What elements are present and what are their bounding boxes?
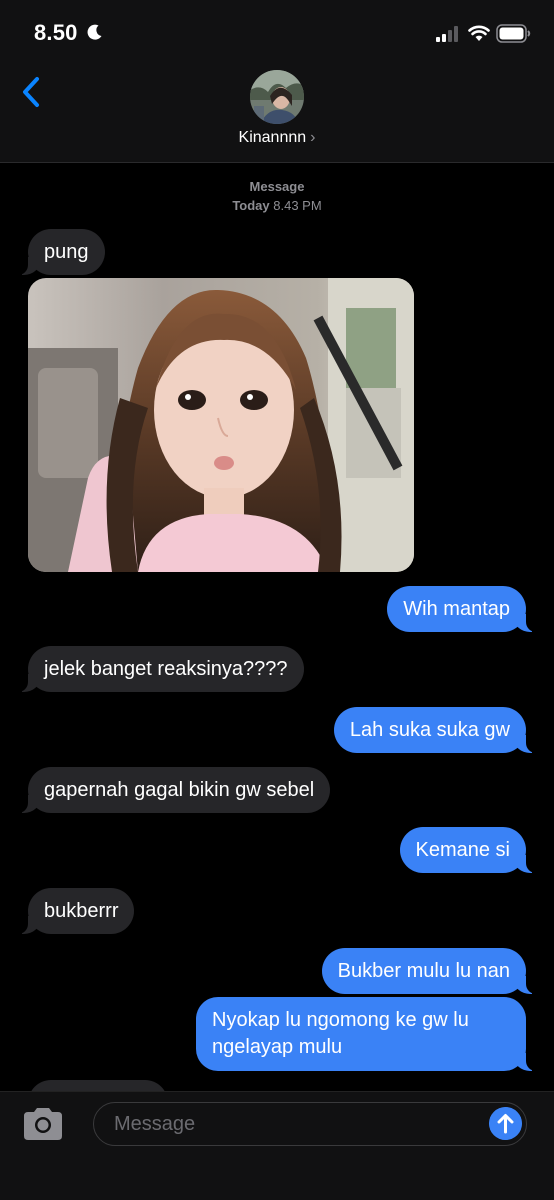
moon-icon bbox=[87, 24, 102, 40]
timestamp: Today 8.43 PM bbox=[0, 198, 554, 213]
selfie-photo bbox=[28, 278, 414, 572]
message-bubble-incoming[interactable]: bukberrr bbox=[17, 888, 135, 934]
service-label: Message bbox=[249, 179, 305, 194]
back-button[interactable] bbox=[18, 74, 48, 110]
message-bubble-outgoing[interactable]: Bukber mulu lu nan bbox=[321, 948, 537, 994]
contact-name: Kinannnn bbox=[238, 129, 307, 146]
timestamp-day: Today bbox=[232, 198, 270, 213]
status-time: 8.50 bbox=[34, 20, 78, 45]
message-bubble-outgoing[interactable]: Kemane si bbox=[399, 827, 536, 873]
message-bubble-incoming[interactable]: gapernah gagal bikin gw sebel bbox=[17, 767, 331, 813]
camera-icon[interactable] bbox=[20, 1104, 66, 1144]
navigation-header: 8.50 Kinannnn › bbox=[0, 0, 554, 163]
photo-attachment[interactable] bbox=[28, 278, 414, 572]
messages-screen: 8.50 Kinannnn › Message Today 8.43 PM pu… bbox=[0, 0, 554, 1200]
message-input[interactable] bbox=[112, 1103, 476, 1146]
message-bubble-outgoing[interactable]: Lah suka suka gw bbox=[333, 707, 537, 753]
avatar-photo bbox=[250, 70, 304, 124]
message-bubble-incoming[interactable]: pung bbox=[18, 229, 105, 275]
wifi-icon bbox=[468, 25, 490, 41]
message-bubble-outgoing[interactable]: Wih mantap bbox=[387, 586, 536, 632]
battery-icon bbox=[496, 24, 531, 43]
message-bubble-incoming[interactable]: jelek banget reaksinya???? bbox=[18, 646, 304, 692]
message-field[interactable] bbox=[93, 1102, 527, 1146]
send-button[interactable] bbox=[489, 1107, 522, 1140]
cellular-signal-icon bbox=[436, 26, 458, 42]
chevron-right-icon: › bbox=[310, 129, 316, 146]
contact-avatar[interactable] bbox=[250, 70, 304, 124]
timestamp-time: 8.43 PM bbox=[273, 198, 322, 213]
contact-name-button[interactable]: Kinannnn › bbox=[0, 129, 554, 147]
message-bubble-outgoing[interactable]: Nyokap lu ngomong ke gw lu ngelayap mulu bbox=[196, 997, 536, 1071]
